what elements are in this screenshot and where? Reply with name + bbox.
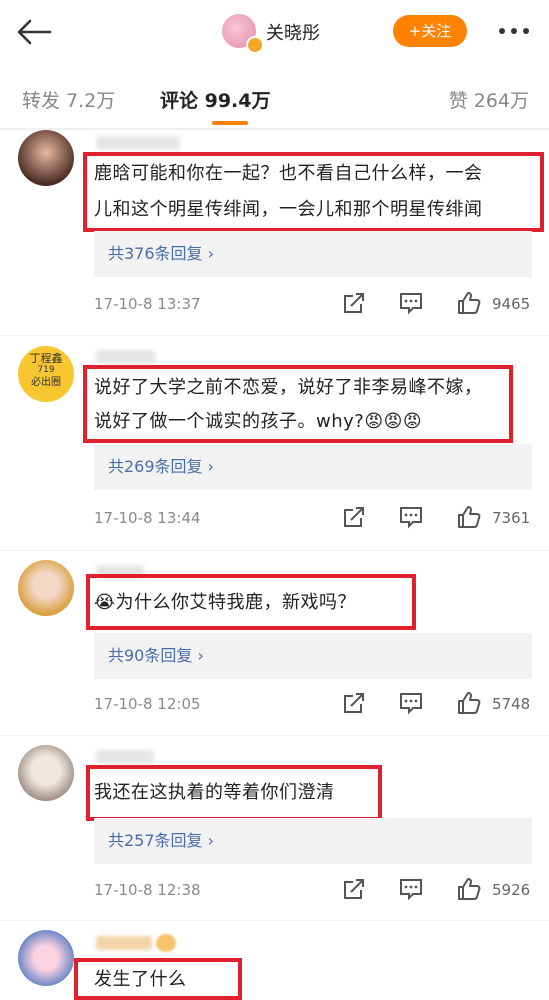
active-tab-indicator — [212, 121, 248, 125]
back-arrow-icon[interactable] — [14, 12, 54, 52]
view-replies-link[interactable]: 共376条回复 › — [94, 244, 214, 263]
comment-icon[interactable] — [398, 690, 424, 716]
timestamp: 17-10-8 13:37 — [94, 295, 201, 313]
follow-button[interactable]: +关注 — [393, 15, 467, 47]
more-dots-icon[interactable] — [496, 19, 532, 43]
timestamp: 17-10-8 13:44 — [94, 509, 201, 527]
comment-text: 说好了做一个诚实的孩子。why?😡😡😡 — [94, 411, 423, 432]
share-icon[interactable] — [341, 876, 367, 902]
thumbs-up-icon[interactable] — [456, 290, 482, 316]
reply-summary[interactable]: 共269条回复 › — [94, 444, 532, 490]
tab-repost[interactable]: 转发 7.2万 — [22, 86, 115, 113]
comment-text: 鹿晗可能和你在一起？也不看自己什么样，一会 — [94, 163, 483, 184]
view-replies-link[interactable]: 共269条回复 › — [94, 457, 214, 476]
reply-summary[interactable]: 共90条回复 › — [94, 633, 532, 679]
avatar[interactable] — [18, 130, 74, 186]
divider — [0, 550, 549, 551]
username[interactable] — [96, 350, 156, 364]
username[interactable] — [96, 936, 152, 950]
comment-text: 我还在这执着的等着你们澄清 — [94, 782, 335, 803]
share-icon[interactable] — [341, 690, 367, 716]
share-icon[interactable] — [341, 290, 367, 316]
avatar[interactable]: 丁程鑫 719 必出圈 — [18, 346, 74, 402]
tab-like[interactable]: 赞 264万 — [449, 86, 529, 113]
like-count: 7361 — [492, 509, 531, 527]
like-count: 9465 — [492, 295, 531, 313]
view-replies-link[interactable]: 共257条回复 › — [94, 831, 214, 850]
like-count: 5926 — [492, 881, 531, 899]
comment-icon[interactable] — [398, 290, 424, 316]
page-title[interactable]: 关晓彤 — [266, 19, 320, 45]
comment-icon[interactable] — [398, 504, 424, 530]
divider — [0, 920, 549, 921]
thumbs-up-icon[interactable] — [456, 690, 482, 716]
reply-summary[interactable]: 共257条回复 › — [94, 818, 532, 864]
avatar[interactable] — [18, 745, 74, 801]
thumbs-up-icon[interactable] — [456, 504, 482, 530]
comment-text: 发生了什么 — [94, 969, 187, 990]
verified-badge-icon — [246, 36, 264, 54]
reply-summary[interactable]: 共376条回复 › — [94, 231, 532, 277]
comment-text: 儿和这个明星传绯闻，一会儿和那个明星传绯闻 — [94, 199, 483, 220]
username[interactable] — [96, 136, 180, 150]
timestamp: 17-10-8 12:05 — [94, 695, 201, 713]
divider — [0, 128, 549, 130]
thumbs-up-icon[interactable] — [456, 876, 482, 902]
tab-comment[interactable]: 评论 99.4万 — [160, 86, 271, 113]
divider — [0, 335, 549, 336]
comment-text: 说好了大学之前不恋爱，说好了非李易峰不嫁， — [94, 377, 483, 398]
timestamp: 17-10-8 12:38 — [94, 881, 201, 899]
avatar[interactable] — [18, 930, 74, 986]
view-replies-link[interactable]: 共90条回复 › — [94, 646, 204, 665]
avatar[interactable] — [18, 560, 74, 616]
share-icon[interactable] — [341, 504, 367, 530]
comment-icon[interactable] — [398, 876, 424, 902]
divider — [0, 735, 549, 736]
like-count: 5748 — [492, 695, 531, 713]
comment-text: 😭为什么你艾特我鹿，新戏吗？ — [94, 592, 357, 613]
level-badge — [156, 934, 176, 952]
username[interactable] — [96, 750, 154, 764]
